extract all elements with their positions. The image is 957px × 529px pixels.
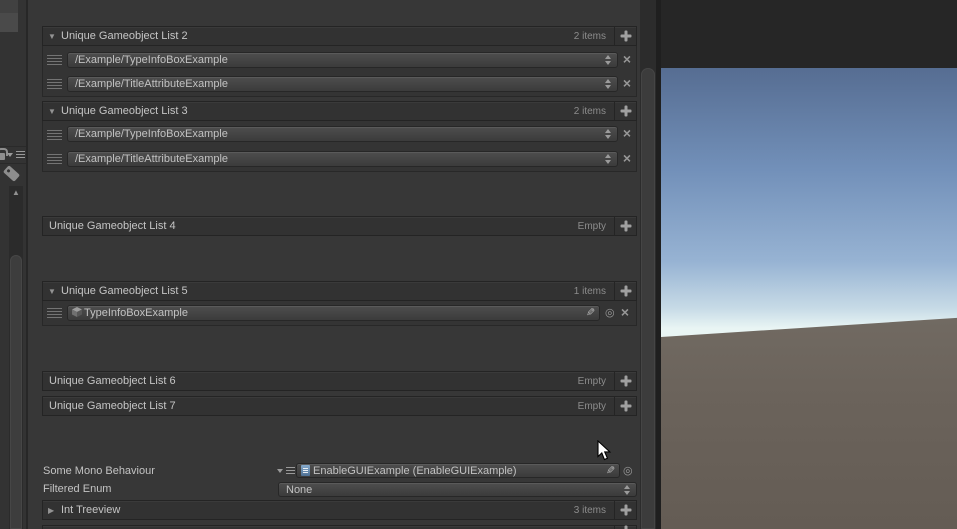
updown-arrows-icon (605, 78, 612, 90)
plus-icon (620, 105, 631, 117)
filtered-enum-label: Filtered Enum (43, 483, 112, 495)
scroll-up-arrow-icon[interactable]: ▲ (9, 187, 23, 199)
left-scrollbar-thumb[interactable] (10, 255, 22, 529)
lock-icon[interactable] (0, 148, 8, 160)
scene-view-top-area (661, 0, 957, 68)
list-header-unique-gameobject-list-7[interactable]: Unique Gameobject List 7 Empty (42, 396, 637, 416)
add-item-button[interactable] (614, 372, 636, 390)
field-value: /Example/TypeInfoBoxExample (75, 128, 228, 140)
list-header-partial[interactable] (42, 525, 637, 529)
preset-menu-icon[interactable] (277, 466, 295, 476)
updown-arrows-icon (624, 484, 631, 496)
left-panel-edge: ▲ (0, 0, 28, 529)
mono-behaviour-object-field[interactable]: EnableGUIExample (EnableGUIExample) ✎ (296, 463, 620, 478)
gameobject-popup-field[interactable]: /Example/TitleAttributeExample (67, 76, 618, 92)
plus-icon (620, 400, 631, 412)
dropdown-triangle-icon (277, 469, 283, 473)
inspector-panel: ▼ Unique Gameobject List 2 2 items /Exam… (28, 0, 656, 529)
updown-arrows-icon (605, 153, 612, 165)
list-header-unique-gameobject-list-5[interactable]: ▼ Unique Gameobject List 5 1 items (42, 281, 637, 301)
item-count-badge: Empty (577, 401, 606, 412)
gameobject-object-field[interactable]: TypeInfoBoxExample ✎ (67, 305, 600, 321)
drag-handle-icon[interactable] (47, 55, 62, 65)
updown-arrows-icon (605, 128, 612, 140)
drag-handle-icon[interactable] (47, 308, 62, 318)
gameobject-popup-field[interactable]: /Example/TypeInfoBoxExample (67, 126, 618, 142)
list-title: Unique Gameobject List 2 (61, 30, 188, 42)
foldout-open-icon[interactable]: ▼ (48, 32, 56, 41)
remove-item-button[interactable]: × (620, 52, 634, 67)
left-panel-corner (0, 0, 18, 13)
plus-icon (620, 285, 631, 297)
remove-item-button[interactable]: × (620, 76, 634, 91)
plus-icon (620, 525, 631, 529)
remove-item-button[interactable]: × (620, 151, 634, 166)
dropdown-triangle-icon (7, 153, 13, 157)
field-value: /Example/TitleAttributeExample (75, 78, 229, 90)
field-value: TypeInfoBoxExample (84, 307, 188, 319)
field-value: EnableGUIExample (EnableGUIExample) (313, 464, 517, 477)
remove-item-button[interactable]: × (618, 305, 632, 320)
item-count-badge: 2 items (573, 106, 606, 117)
object-picker-icon[interactable]: ◎ (605, 306, 615, 319)
list-header-unique-gameobject-list-4[interactable]: Unique Gameobject List 4 Empty (42, 216, 637, 236)
list-title: Unique Gameobject List 5 (61, 285, 188, 297)
mouse-cursor (597, 439, 613, 468)
drag-handle-icon[interactable] (47, 79, 62, 89)
plus-icon (620, 30, 631, 42)
drag-handle-icon[interactable] (47, 154, 62, 164)
left-panel-corner-lower (0, 13, 18, 32)
field-value: /Example/TypeInfoBoxExample (75, 54, 228, 66)
list-title: Unique Gameobject List 3 (61, 105, 188, 117)
gameobject-popup-field[interactable]: /Example/TypeInfoBoxExample (67, 52, 618, 68)
list-header-unique-gameobject-list-2[interactable]: ▼ Unique Gameobject List 2 2 items (42, 26, 637, 46)
menu-lines-icon (286, 467, 295, 475)
inspector-scrollbar-thumb[interactable] (641, 68, 655, 529)
list-title: Unique Gameobject List 7 (49, 400, 176, 412)
foldout-closed-icon[interactable]: ▶ (48, 506, 54, 515)
mono-behaviour-label: Some Mono Behaviour (43, 465, 155, 477)
plus-icon (620, 375, 631, 387)
list-header-int-treeview[interactable]: ▶ Int Treeview 3 items (42, 500, 637, 520)
add-item-button[interactable] (614, 217, 636, 235)
add-item-button[interactable] (614, 397, 636, 415)
menu-lines-icon (16, 151, 25, 159)
plus-icon (620, 504, 631, 516)
drag-handle-icon[interactable] (47, 130, 62, 140)
list-header-unique-gameobject-list-6[interactable]: Unique Gameobject List 6 Empty (42, 371, 637, 391)
item-count-badge: 2 items (573, 31, 606, 42)
unity-editor-window: ▲ ▼ Unique Gameobject List 2 2 items /Ex… (0, 0, 957, 529)
edit-pen-icon[interactable]: ✎ (586, 306, 595, 319)
divider (0, 146, 26, 147)
item-count-badge: Empty (577, 376, 606, 387)
dropdown-selected-value: None (286, 483, 313, 496)
list-title: Unique Gameobject List 4 (49, 220, 176, 232)
script-file-icon (301, 465, 310, 476)
item-count-badge: 1 items (573, 286, 606, 297)
list-title: Int Treeview (61, 504, 121, 516)
tag-icon[interactable] (2, 165, 21, 182)
item-count-badge: 3 items (573, 505, 606, 516)
item-count-badge: Empty (577, 221, 606, 232)
foldout-open-icon[interactable]: ▼ (48, 107, 56, 116)
gameobject-popup-field[interactable]: /Example/TitleAttributeExample (67, 151, 618, 167)
list-header-unique-gameobject-list-3[interactable]: ▼ Unique Gameobject List 3 2 items (42, 101, 637, 121)
context-menu-icon[interactable] (7, 150, 25, 160)
updown-arrows-icon (605, 54, 612, 66)
list-title: Unique Gameobject List 6 (49, 375, 176, 387)
scene-view[interactable] (661, 0, 957, 529)
divider (0, 163, 26, 164)
add-item-button[interactable] (614, 282, 636, 300)
remove-item-button[interactable]: × (620, 126, 634, 141)
add-item-button[interactable] (614, 501, 636, 519)
filtered-enum-dropdown[interactable]: None (278, 482, 637, 497)
add-item-button[interactable] (614, 27, 636, 45)
field-value: /Example/TitleAttributeExample (75, 153, 229, 165)
foldout-open-icon[interactable]: ▼ (48, 287, 56, 296)
gameobject-cube-icon (72, 306, 82, 320)
plus-icon (620, 220, 631, 232)
object-picker-icon[interactable]: ◎ (623, 464, 633, 477)
add-item-button[interactable] (614, 102, 636, 120)
